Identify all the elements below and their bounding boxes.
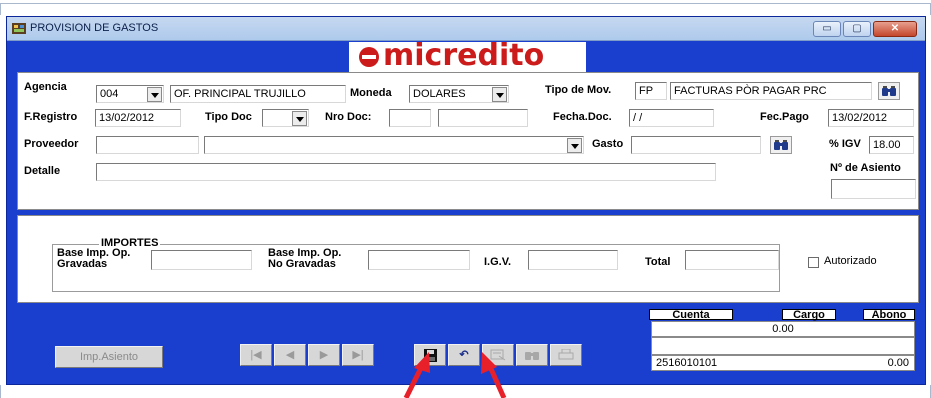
arrow-to-undo-icon [481,352,507,398]
annotation-arrows [403,352,507,398]
arrow-to-save-icon [403,352,430,398]
